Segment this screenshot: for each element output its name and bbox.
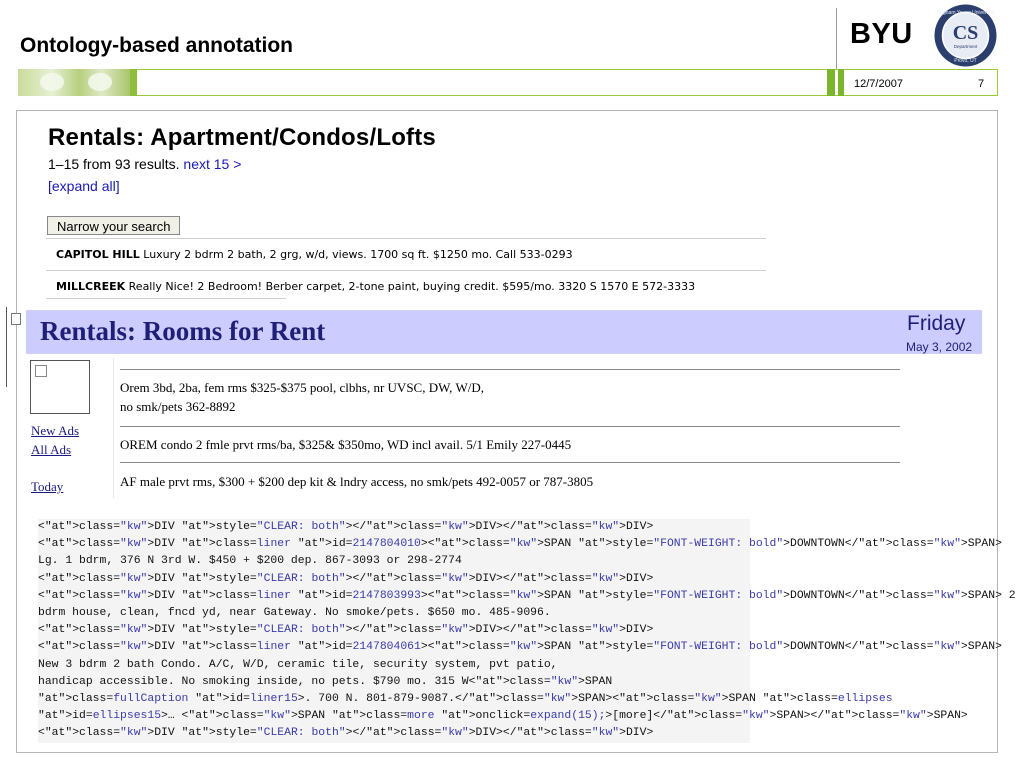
header-band [18,69,998,96]
listing-text: Luxury 2 bdrm 2 bath, 2 grg, w/d, views.… [139,248,573,261]
slide-title: Ontology-based annotation [20,34,293,57]
today-link[interactable]: Today [31,479,63,495]
listing-row: MILLCREEK Really Nice! 2 Bedroom! Berber… [56,280,695,293]
ad-text: OREM condo 2 fmle prvt rms/ba, $325& $35… [120,435,571,454]
listing-location: MILLCREEK [56,280,126,293]
code-line: <"at">class="kw">DIV "at">style="CLEAR: … [38,572,654,585]
ad-divider [120,369,900,370]
svg-text:Department: Department [954,44,978,49]
rooms-title: Rentals: Rooms for Rent [40,316,326,346]
result-count: 1–15 from 93 results. next 15 > [48,156,241,172]
listing-divider [46,298,286,299]
ad-line: Orem 3bd, 2ba, fem rms $325-$375 pool, c… [120,380,484,395]
ad-line: OREM condo 2 fmle prvt rms/ba, $325& $35… [120,437,572,452]
svg-text:CS: CS [953,22,979,44]
band-accent-right-2 [838,69,844,96]
listing-divider [46,238,766,239]
result-count-text: 1–15 from 93 results. [48,156,180,172]
listing-location: CAPITOL HILL [56,248,140,261]
code-line: <"at">class="kw">DIV "at">class=liner "a… [38,538,1002,551]
ad-divider [120,462,900,463]
expand-all-link[interactable]: [expand all] [48,178,120,194]
slide-date: 12/7/2007 [854,78,903,90]
code-line: <"at">class="kw">DIV "at">class=liner "a… [38,589,1016,602]
broken-image-icon [11,313,21,325]
code-line: <"at">class="kw">DIV "at">style="CLEAR: … [38,521,654,533]
ad-divider [120,426,900,427]
listing-divider [46,270,766,271]
all-ads-link[interactable]: All Ads [31,442,71,458]
listing-title: Rentals: Apartment/Condos/Lofts [48,124,436,151]
slide-number: 7 [978,78,985,90]
header-photo-strip [18,69,130,96]
code-line: "at">class=fullCaption "at">id=liner15>.… [38,693,893,706]
next-15-link[interactable]: next 15 > [183,156,241,172]
svg-text:Provo, UT: Provo, UT [954,58,977,64]
narrow-search-button[interactable]: Narrow your search [47,216,181,235]
listing-row: CAPITOL HILL Luxury 2 bdrm 2 bath, 2 grg… [56,248,573,261]
ad-text: Orem 3bd, 2ba, fem rms $325-$375 pool, c… [120,378,484,416]
code-line: <"at">class="kw">DIV "at">style="CLEAR: … [38,624,654,637]
header-day: Friday [907,312,966,335]
code-line: handicap accessible. No smoking inside, … [38,675,613,688]
html-source-code: <"at">class="kw">DIV "at">style="CLEAR: … [38,519,1016,743]
broken-image-icon [30,360,90,414]
band-accent [130,69,137,96]
byu-logo-text: BYU [850,18,913,50]
ad-text: AF male prvt rms, $300 + $200 dep kit & … [120,472,593,491]
ad-line: AF male prvt rms, $300 + $200 dep kit & … [120,474,594,489]
listing-text: Really Nice! 2 Bedroom! Berber carpet, 2… [125,280,696,293]
band-accent-right [827,69,835,96]
svg-text:Brigham Young University: Brigham Young University [937,10,995,16]
column-divider [113,358,114,498]
header-date: May 3, 2002 [906,340,973,354]
code-line: "at">id=ellipses15>… <"at">class="kw">SP… [38,710,968,723]
cs-department-seal-icon: CS Department Brigham Young University P… [934,4,997,67]
new-ads-link[interactable]: New Ads [31,423,79,439]
code-line: Lg. 1 bdrm, 376 N 3rd W. $450 + $200 dep… [38,555,462,568]
code-line: <"at">class="kw">DIV "at">class=liner "a… [38,641,1002,654]
ad-line: no smk/pets 362-8892 [120,399,236,414]
code-line: <"at">class="kw">DIV "at">style="CLEAR: … [38,727,654,740]
code-line: bdrm house, clean, fncd yd, near Gateway… [38,607,551,620]
code-line: New 3 bdrm 2 bath Condo. A/C, W/D, ceram… [38,658,558,671]
html-source-code-block: <"at">class="kw">DIV "at">style="CLEAR: … [38,519,1016,743]
